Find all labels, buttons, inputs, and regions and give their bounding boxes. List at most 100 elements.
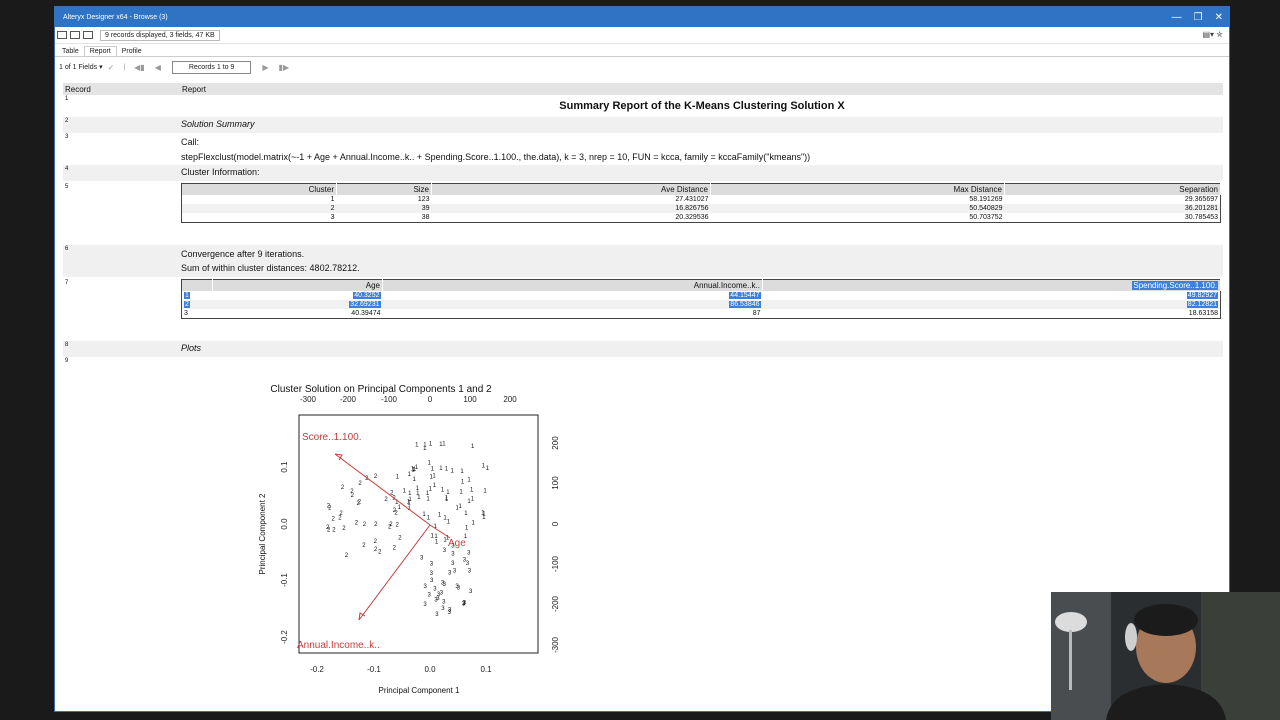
cluster-table: Cluster Size Ave Distance Max Distance S… (181, 183, 1221, 223)
check-icon[interactable]: ✓ (108, 63, 115, 72)
top-tick-label: 200 (503, 395, 517, 404)
column-header-size[interactable]: Size (336, 183, 432, 195)
plot-frame (298, 414, 539, 654)
arrow-label-spending-score: Score..1.100. (302, 432, 361, 443)
left-tick-label: 0.1 (280, 461, 289, 473)
view-tabs: Table Report Profile (55, 44, 1229, 57)
title-bar: Alteryx Designer x64 - Browse (3) — ❐ ✕ (55, 7, 1229, 27)
right-tick-label: -100 (551, 555, 560, 572)
tab-table[interactable]: Table (57, 47, 84, 56)
table-row[interactable]: 2 Solution Summary (63, 117, 1223, 133)
top-tick-label: 0 (428, 395, 433, 404)
table-row[interactable]: 2 32.69231 86.53846 82.12821 (181, 300, 1221, 309)
minimize-icon[interactable]: — (1172, 12, 1182, 23)
maximize-icon[interactable]: ❐ (1194, 12, 1203, 23)
table-cell: 18.63158 (1188, 310, 1218, 317)
row-number: 7 (65, 280, 69, 286)
top-tick-label: 100 (463, 395, 477, 404)
layout-split-vertical-icon[interactable] (70, 31, 80, 39)
table-row[interactable]: 3 40.39474 87 18.63158 (182, 309, 1221, 319)
cluster-info-heading: Cluster Information: (181, 167, 260, 177)
webcam-overlay (1051, 592, 1280, 720)
column-header-spending-score[interactable]: Spending.Score..1.100. (762, 279, 1221, 291)
next-record-icon[interactable]: ▶ (262, 63, 268, 72)
table-cell: 29.365697 (1184, 196, 1218, 203)
table-cell: 36.201281 (1004, 204, 1221, 213)
table-row[interactable]: 1 123 27.431027 58.191269 29.365697 (182, 195, 1221, 204)
fields-dropdown[interactable]: 1 of 1 Fields ▾ (59, 63, 103, 71)
records-status: 9 records displayed, 3 fields, 47 KB (100, 29, 220, 41)
pin-icon[interactable]: ✮ (1216, 30, 1223, 39)
top-tick-label: -200 (340, 395, 357, 404)
table-cell: 20.329536 (675, 214, 709, 221)
table-cell: 2 (181, 300, 213, 309)
webcam-image (1051, 592, 1280, 720)
table-row[interactable]: 8 Plots (63, 341, 1223, 357)
table-cell: 58.191269 (969, 196, 1003, 203)
window-title: Alteryx Designer x64 - Browse (3) (63, 13, 168, 21)
left-tick-label: -0.1 (280, 573, 289, 587)
table-row[interactable]: 9 (63, 357, 1223, 371)
column-header-ave-distance[interactable]: Ave Distance (431, 183, 711, 195)
table-row[interactable]: 1 40.3252 44.15447 49.82927 (182, 291, 1221, 300)
column-header-max-distance[interactable]: Max Distance (710, 183, 1005, 195)
call-label: Call: (181, 137, 200, 147)
row-number: 8 (65, 342, 69, 348)
table-row[interactable]: 1 Summary Report of the K-Means Clusteri… (63, 95, 1223, 117)
centroid-table: Age Annual.Income..k.. Spending.Score..1… (181, 279, 1221, 319)
plots-heading: Plots (181, 343, 202, 353)
table-cell: 2 (181, 204, 337, 213)
record-navigation: 1 of 1 Fields ▾ ✓ | ◀▮ ◀ Records 1 to 9 … (59, 60, 290, 74)
bottom-tick-label: 0.1 (480, 665, 492, 674)
table-row[interactable]: 4 Cluster Information: (63, 165, 1223, 181)
browse-toolbar: 9 records displayed, 3 fields, 47 KB ▤▾ … (55, 27, 1229, 44)
table-row[interactable]: 6 Convergence after 9 iterations. Sum of… (63, 245, 1223, 277)
table-cell: 3 (330, 214, 335, 221)
plot-title: Cluster Solution on Principal Components… (270, 384, 492, 395)
tab-report[interactable]: Report (83, 46, 117, 56)
row-number: 1 (65, 96, 69, 102)
table-cell: 1 (184, 292, 190, 299)
column-header-age[interactable]: Age (212, 279, 383, 291)
layout-single-icon[interactable] (57, 31, 67, 39)
column-report[interactable]: Report (182, 85, 206, 94)
table-row[interactable]: 3 Call: stepFlexclust(model.matrix(~-1 +… (63, 133, 1223, 165)
previous-record-icon[interactable]: ◀ (155, 63, 161, 72)
table-row[interactable]: 3 38 20.329536 50.703752 30.785453 (182, 213, 1221, 223)
table-cell: 27.431027 (675, 196, 709, 203)
tab-profile[interactable]: Profile (117, 47, 147, 56)
table-cell: 86.53846 (382, 300, 763, 309)
table-cell: 44.15447 (729, 292, 761, 299)
convergence-text: Convergence after 9 iterations. (181, 249, 305, 259)
table-cell: 30.785453 (1184, 214, 1218, 221)
table-cell: 1 (330, 196, 335, 203)
table-cell: 87 (752, 310, 761, 317)
column-header-annual-income[interactable]: Annual.Income..k.. (382, 279, 763, 291)
right-tick-label: 100 (551, 476, 560, 490)
table-cell: 50.540829 (710, 204, 1005, 213)
window-menu-icon[interactable]: ▤▾ (1202, 30, 1214, 39)
layout-split-horizontal-icon[interactable] (83, 31, 93, 39)
table-row[interactable]: 7 Age Annual.Income..k.. Spending.Score.… (63, 279, 1223, 341)
right-tick-label: 200 (551, 436, 560, 450)
table-cell: 82.12821 (762, 300, 1221, 309)
top-tick-label: -300 (300, 395, 317, 404)
row-number: 5 (65, 184, 69, 190)
column-record[interactable]: Record (63, 85, 182, 94)
table-cell: 32.69231 (212, 300, 383, 309)
top-tick-label: -100 (381, 395, 398, 404)
y-axis-label: Principal Component 2 (258, 493, 267, 574)
records-range[interactable]: Records 1 to 9 (171, 60, 252, 74)
first-record-icon[interactable]: ◀▮ (134, 63, 145, 72)
right-tick-label: -200 (551, 595, 560, 612)
last-record-icon[interactable]: ▮▶ (279, 63, 290, 72)
column-header-separation[interactable]: Separation (1004, 183, 1221, 195)
table-cell: 50.703752 (969, 214, 1003, 221)
close-icon[interactable]: ✕ (1215, 12, 1223, 23)
table-row[interactable]: 5 Cluster Size Ave Distance Max Distance… (63, 183, 1223, 245)
column-header-cluster[interactable]: Cluster (181, 183, 337, 195)
table-row[interactable]: 2 39 16.826756 50.540829 36.201281 (181, 204, 1221, 213)
bottom-tick-label: -0.2 (310, 665, 324, 674)
toolbar-right-controls: ▤▾ ✮ (1202, 30, 1223, 39)
table-cell: 40.3252 (353, 292, 381, 299)
